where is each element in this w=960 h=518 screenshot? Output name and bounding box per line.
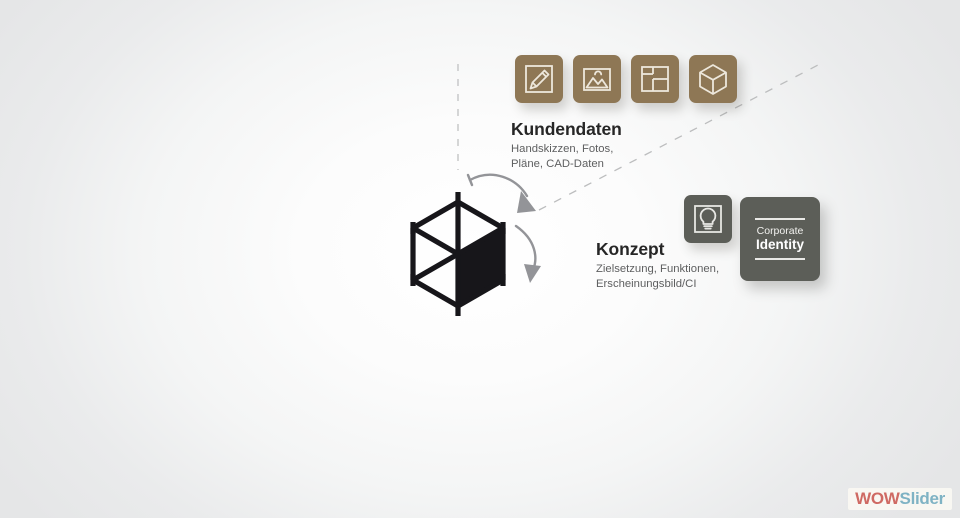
3d-cube-icon	[699, 64, 727, 95]
arrow-upper	[466, 173, 536, 213]
konzept-subtitle-line-1: Zielsetzung, Funktionen,	[596, 263, 720, 276]
tile-floor-plan[interactable]	[631, 55, 679, 103]
isometric-cube	[410, 192, 506, 316]
kundendaten-subtitle: Handskizzen, Fotos, Pläne, CAD-Daten	[511, 142, 622, 172]
pencil-sketch-icon	[525, 65, 553, 93]
kundendaten-subtitle-line-2: Pläne, CAD-Daten	[511, 158, 604, 171]
ci-line-1: Corporate	[756, 224, 804, 237]
kundendaten-subtitle-line-1: Handskizzen, Fotos,	[511, 143, 614, 156]
kundendaten-text-block: Kundendaten Handskizzen, Fotos, Pläne, C…	[511, 119, 622, 172]
konzept-text-block: Konzept Zielsetzung, Funktionen, Erschei…	[596, 239, 719, 292]
watermark-wow-text: WOW	[855, 489, 900, 508]
corporate-identity-card[interactable]: Corporate Identity	[740, 197, 820, 281]
ci-rule-top	[755, 217, 805, 220]
lightbulb-idea-icon	[694, 205, 722, 233]
tile-3d-cube[interactable]	[689, 55, 737, 103]
konzept-heading: Konzept	[596, 239, 665, 259]
ci-line-2: Identity	[755, 236, 804, 252]
konzept-subtitle: Zielsetzung, Funktionen, Erscheinungsbil…	[596, 262, 719, 292]
kundendaten-heading: Kundendaten	[511, 119, 622, 139]
cube-filled-face	[458, 228, 503, 306]
wowslider-watermark: WOWSlider	[848, 488, 952, 510]
arrow-lower	[514, 224, 541, 283]
konzept-subtitle-line-2: Erscheinungsbild/CI	[596, 278, 697, 291]
tile-pencil-sketch[interactable]	[515, 55, 563, 103]
tile-lightbulb-idea[interactable]	[684, 195, 732, 243]
ci-rule-bottom	[755, 258, 805, 261]
watermark-slider-text: Slider	[899, 489, 946, 508]
slide-canvas: Corporate Identity Kundendaten Handskizz…	[0, 0, 960, 518]
photo-image-icon	[583, 68, 611, 91]
floor-plan-icon	[641, 66, 669, 92]
tile-photo-image[interactable]	[573, 55, 621, 103]
